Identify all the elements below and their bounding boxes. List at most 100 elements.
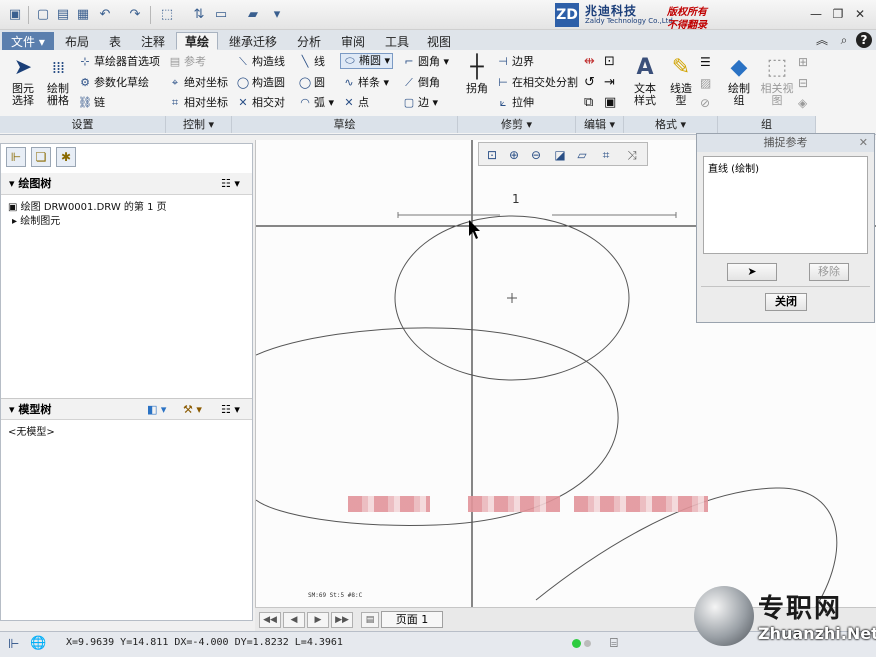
line-style-button[interactable]: ✎ 线造 型: [664, 55, 698, 107]
help-icon[interactable]: ?: [856, 32, 872, 48]
close-window-icon[interactable]: ✕: [852, 6, 868, 22]
select-reference-button[interactable]: ➤: [727, 263, 777, 281]
select-box-icon[interactable]: ⬚: [158, 6, 176, 24]
tree-settings-icon[interactable]: ☷ ▾: [221, 173, 240, 195]
intersect-pair-button[interactable]: ✕ 相交对: [236, 96, 285, 110]
reference-list-item[interactable]: 直线 (绘制): [708, 160, 863, 175]
remove-button[interactable]: 移除: [809, 263, 849, 281]
reference-list[interactable]: 直线 (绘制): [703, 156, 868, 254]
parametric-sketch-button[interactable]: ⚙ 参数化草绘: [78, 76, 149, 90]
relative-coord-button[interactable]: ⌗ 相对坐标: [168, 96, 228, 110]
repaint-icon[interactable]: ◪: [551, 146, 569, 164]
draw-group-button[interactable]: ◆ 绘制 组: [722, 55, 756, 107]
edit-rotate-icon[interactable]: ↺: [584, 76, 595, 90]
edit-paste-icon[interactable]: ▣: [604, 96, 616, 110]
first-page-icon[interactable]: ◀◀: [259, 612, 281, 628]
open-icon[interactable]: ▤: [54, 6, 72, 24]
tab-layout[interactable]: 布局: [56, 32, 98, 50]
select-entity-button[interactable]: ➤ 图元 选择: [6, 55, 40, 107]
group-extra-icon-1[interactable]: ⊞: [798, 55, 808, 69]
window-icon[interactable]: ▭: [212, 6, 230, 24]
prev-page-icon[interactable]: ◀: [283, 612, 305, 628]
tab-legacy-migration[interactable]: 继承迁移: [220, 32, 286, 50]
search-icon[interactable]: ⌕: [836, 32, 852, 48]
toggle-navigator-icon[interactable]: ⊩: [8, 637, 19, 652]
group-label-format[interactable]: 格式 ▾: [624, 116, 718, 133]
group-label-trim[interactable]: 修剪 ▾: [458, 116, 576, 133]
construction-circle-button[interactable]: ◯ 构造圆: [236, 76, 285, 90]
tab-tools[interactable]: 工具: [376, 32, 418, 50]
model-tree-settings-icon[interactable]: ☷ ▾: [221, 399, 240, 421]
saved-views-icon[interactable]: ⌗: [597, 146, 615, 164]
group-label-control[interactable]: 控制 ▾: [166, 116, 232, 133]
boundary-button[interactable]: ⊣ 边界: [496, 55, 534, 69]
edit-copy-icon[interactable]: ⧉: [584, 96, 593, 110]
tab-annotate[interactable]: 注释: [132, 32, 174, 50]
stretch-button[interactable]: ⟀ 拉伸: [496, 96, 534, 110]
new-page-icon[interactable]: ▤: [361, 612, 379, 628]
page-tab[interactable]: 页面 1: [381, 611, 443, 628]
new-icon[interactable]: ▢: [34, 6, 52, 24]
collapse-ribbon-icon[interactable]: ︽: [814, 32, 830, 48]
navigator-tab-favorites-icon[interactable]: ✱: [56, 147, 76, 167]
undo-icon[interactable]: ↶: [96, 6, 114, 24]
corner-button[interactable]: ┼ 拐角: [460, 55, 494, 95]
next-page-icon[interactable]: ▶: [307, 612, 329, 628]
navigator-tab-tree-icon[interactable]: ⊩: [6, 147, 26, 167]
selection-filter-icon[interactable]: ⌸: [610, 636, 618, 651]
dimension-value[interactable]: 1: [512, 192, 520, 206]
browser-icon[interactable]: 🌐: [30, 636, 46, 651]
app-icon[interactable]: ▣: [6, 6, 24, 24]
split-at-intersection-button[interactable]: ⊢ 在相交处分割: [496, 76, 578, 90]
tab-table[interactable]: 表: [100, 32, 130, 50]
tab-view[interactable]: 视图: [418, 32, 460, 50]
model-tree-tools-icon[interactable]: ⚒ ▾: [183, 399, 202, 421]
point-button[interactable]: ✕ 点: [342, 96, 369, 110]
circle-button[interactable]: ◯ 圆: [298, 76, 325, 90]
dialog-close-icon[interactable]: ✕: [859, 136, 868, 149]
datum-display-icon[interactable]: ⤨: [623, 146, 641, 164]
chain-button[interactable]: ⛓ 链: [78, 96, 105, 110]
folder-icon[interactable]: ▰: [244, 6, 262, 24]
sketcher-preferences-button[interactable]: ⊹ 草绘器首选项: [78, 55, 160, 69]
ellipse-button[interactable]: ⬭ 椭圆 ▾: [340, 53, 394, 69]
format-hatch-icon[interactable]: ▨: [700, 76, 711, 90]
related-view-button[interactable]: ⬚ 相关视 图: [758, 55, 796, 107]
restore-icon[interactable]: ❐: [830, 6, 846, 22]
line-button[interactable]: ╲ 线: [298, 55, 325, 69]
group-extra-icon-3[interactable]: ◈: [798, 96, 807, 110]
model-tree-display-icon[interactable]: ◧ ▾: [147, 399, 166, 421]
format-erase-icon[interactable]: ⊘: [700, 96, 710, 110]
more-icon[interactable]: ▾: [268, 6, 286, 24]
edit-mirror-icon[interactable]: ⇹: [584, 55, 595, 69]
draw-grid-button[interactable]: ⁞⁞⁞ 绘制 栅格: [42, 55, 74, 107]
last-page-icon[interactable]: ▶▶: [331, 612, 353, 628]
tab-file[interactable]: 文件 ▾: [2, 32, 54, 50]
chamfer-button[interactable]: ⟋ 倒角: [402, 76, 440, 90]
tree-item-draw-entities[interactable]: ▸ 绘制图元: [12, 212, 60, 227]
save-icon[interactable]: ▦: [74, 6, 92, 24]
fillet-button[interactable]: ⌐ 圆角 ▾: [402, 55, 449, 69]
redo-icon[interactable]: ↷: [126, 6, 144, 24]
construction-line-button[interactable]: ⟍ 构造线: [236, 55, 285, 69]
navigator-tab-layers-icon[interactable]: ❏: [31, 147, 51, 167]
zoom-fit-icon[interactable]: ⊡: [483, 146, 501, 164]
group-extra-icon-2[interactable]: ⊟: [798, 76, 808, 90]
group-label-edit[interactable]: 编辑 ▾: [576, 116, 624, 133]
edge-button[interactable]: ▢ 边 ▾: [402, 96, 438, 110]
minimize-icon[interactable]: —: [808, 6, 824, 22]
spline-button[interactable]: ∿ 样条 ▾: [342, 76, 389, 90]
edit-scale-icon[interactable]: ⊡: [604, 55, 615, 69]
arc-button[interactable]: ◠ 弧 ▾: [298, 96, 334, 110]
zoom-out-icon[interactable]: ⊖: [527, 146, 545, 164]
tab-review[interactable]: 审阅: [332, 32, 374, 50]
format-lines-icon[interactable]: ☰: [700, 55, 711, 69]
tab-sketch[interactable]: 草绘: [176, 32, 219, 50]
edit-move-icon[interactable]: ⇥: [604, 76, 615, 90]
zoom-in-icon[interactable]: ⊕: [505, 146, 523, 164]
reference-button[interactable]: ▤ 参考: [168, 55, 206, 69]
display-style-icon[interactable]: ▱: [573, 146, 591, 164]
text-style-button[interactable]: A 文本 样式: [628, 55, 662, 107]
regenerate-icon[interactable]: ⇅: [190, 6, 208, 24]
tab-analysis[interactable]: 分析: [288, 32, 330, 50]
